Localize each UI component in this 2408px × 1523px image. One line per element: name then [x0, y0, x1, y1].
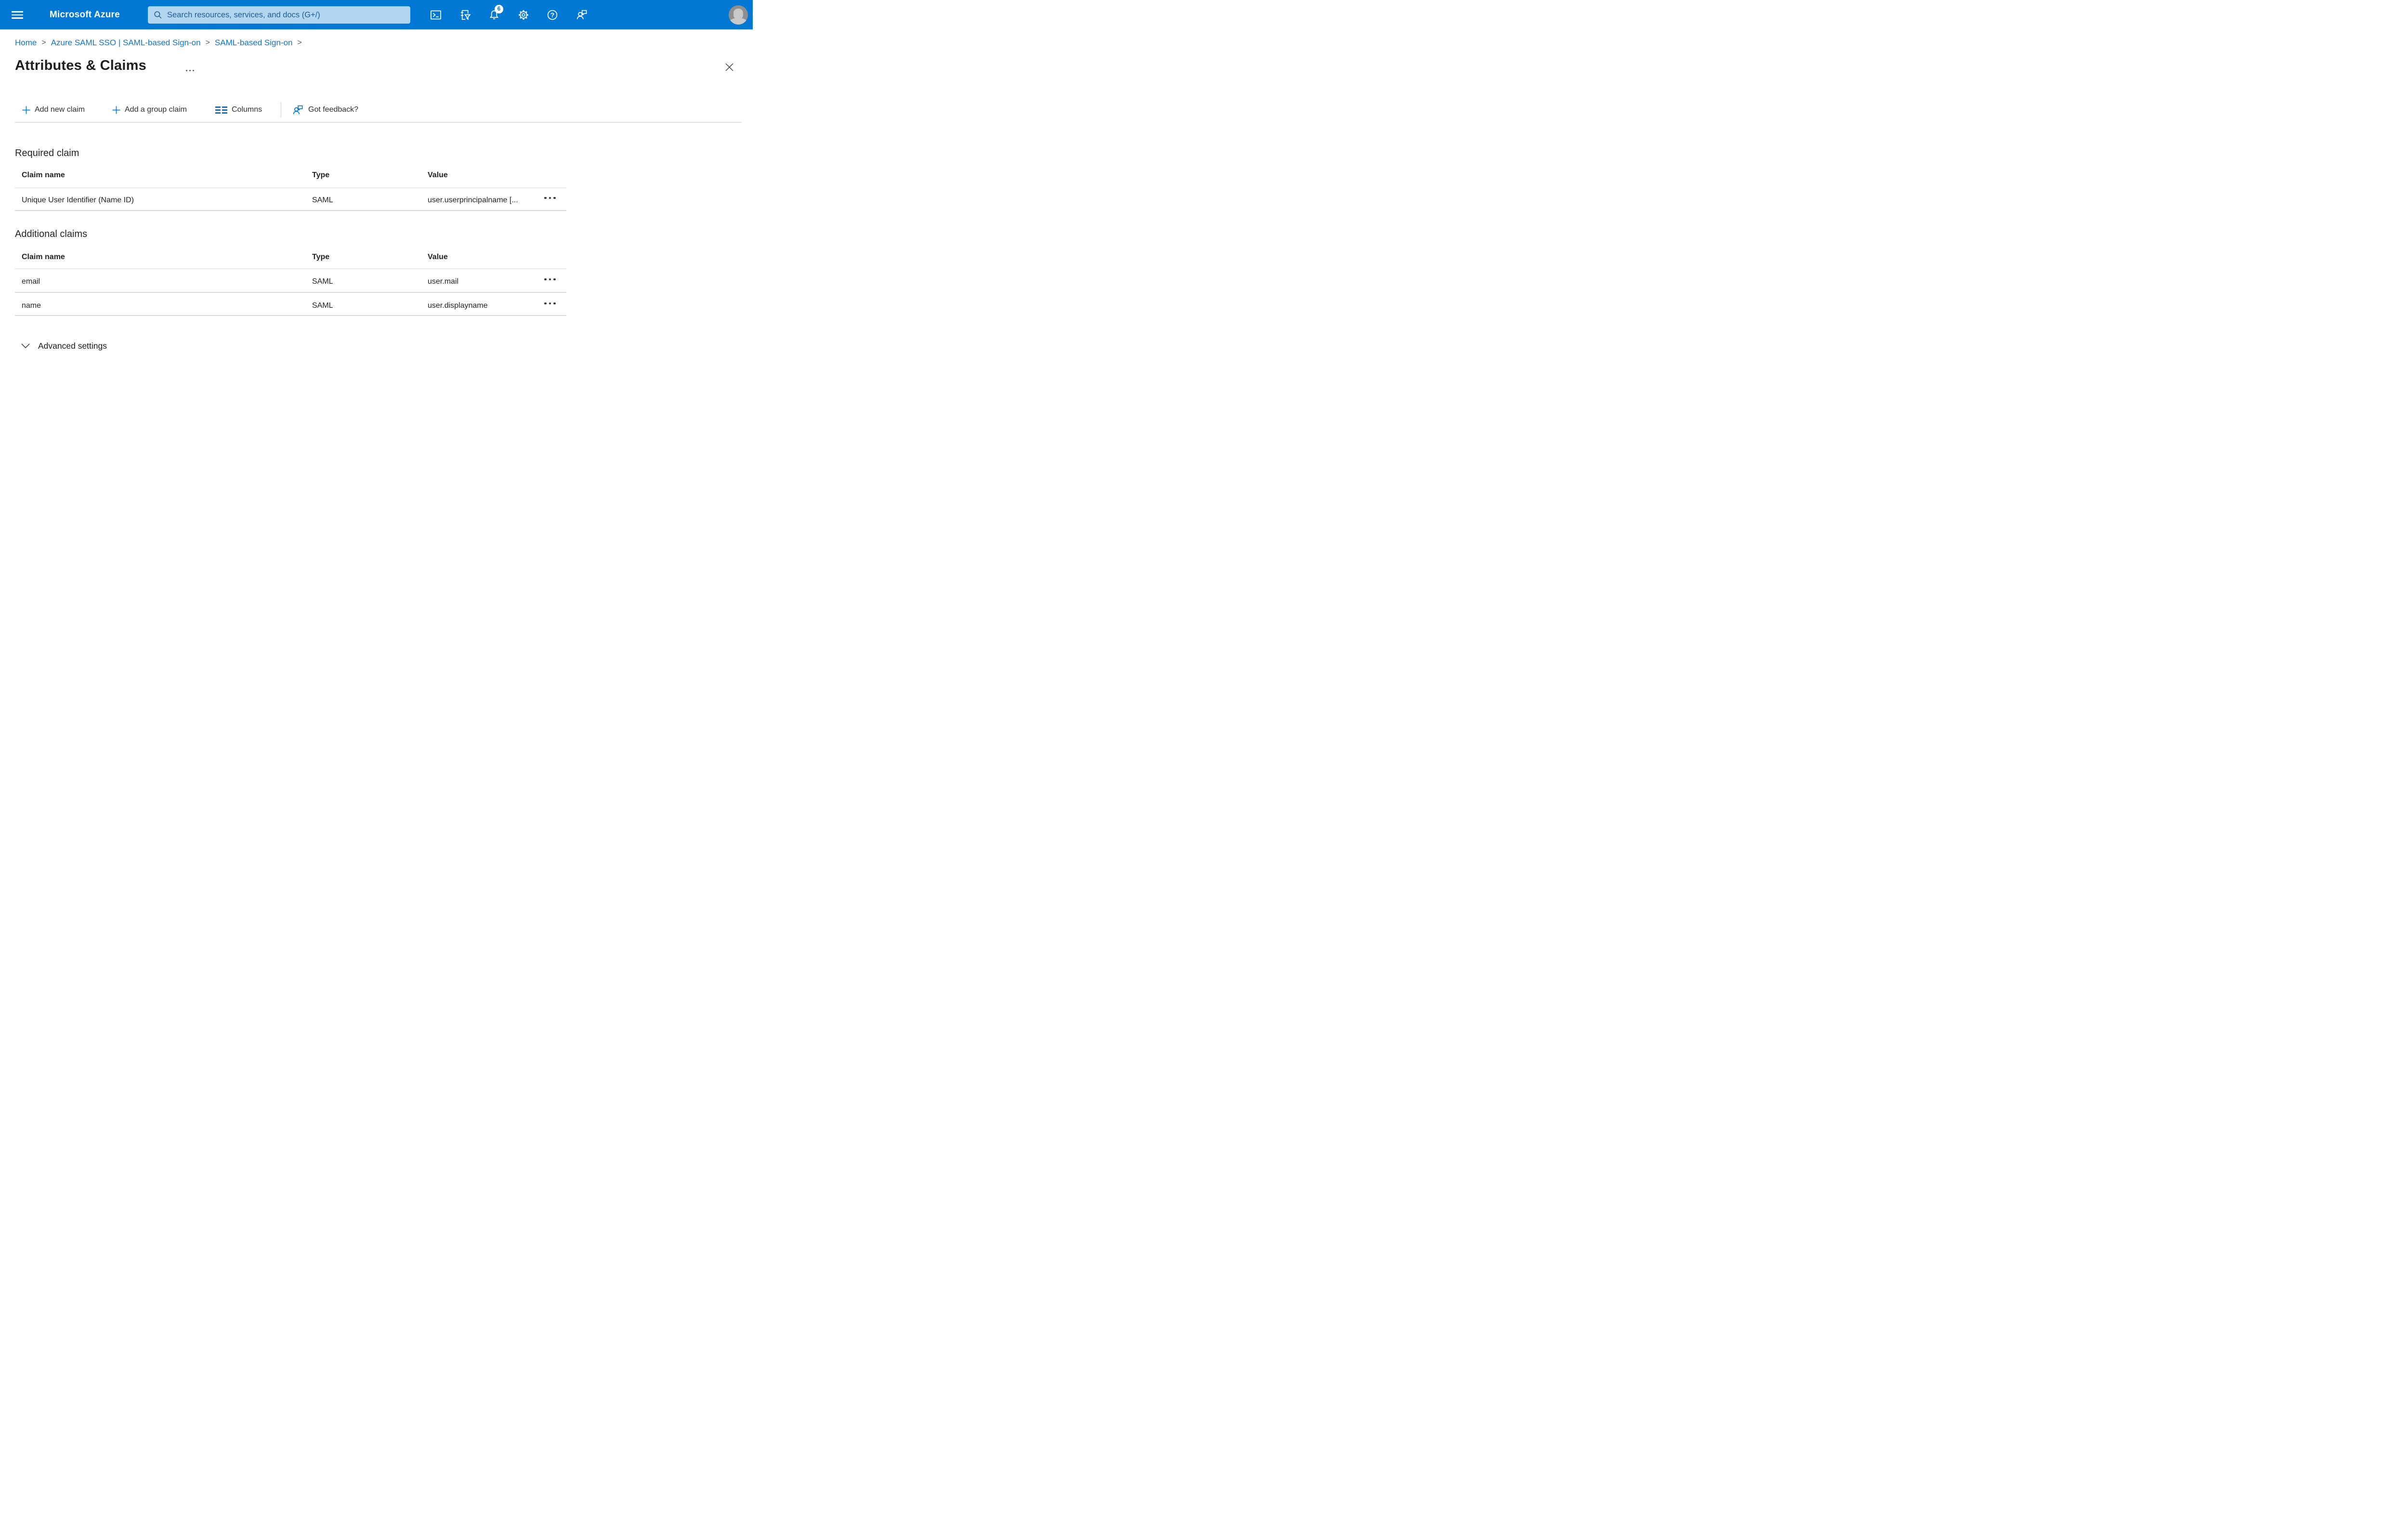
table-row[interactable]	[15, 270, 566, 291]
claim-name-cell: email	[22, 277, 40, 286]
table-rule	[15, 268, 566, 269]
advanced-settings-toggle[interactable]: Advanced settings	[21, 339, 107, 353]
settings-button[interactable]	[513, 4, 534, 26]
plus-icon	[22, 106, 30, 114]
column-header-value: Value	[428, 253, 448, 261]
close-icon	[725, 63, 733, 71]
breadcrumb-saml-signon[interactable]: SAML-based Sign-on	[215, 38, 293, 48]
cloud-shell-button[interactable]	[425, 4, 446, 26]
help-button[interactable]: ?	[542, 4, 563, 26]
row-context-menu-icon[interactable]	[544, 276, 559, 283]
add-group-claim-label: Add a group claim	[125, 105, 187, 114]
plus-icon	[112, 106, 120, 114]
column-header-claim-name: Claim name	[22, 171, 65, 179]
subscription-filter-icon	[460, 10, 471, 20]
claim-value-cell: user.userprincipalname [...	[428, 196, 518, 204]
column-header-claim-name: Claim name	[22, 253, 65, 261]
columns-button[interactable]: Columns	[215, 101, 262, 119]
hamburger-menu-icon[interactable]	[6, 4, 27, 26]
advanced-settings-label: Advanced settings	[38, 341, 107, 351]
claim-name-cell: name	[22, 302, 41, 310]
notification-badge: 6	[495, 5, 503, 13]
add-group-claim-button[interactable]: Add a group claim	[112, 101, 187, 119]
claim-value-cell: user.mail	[428, 277, 459, 286]
toolbar-rule	[15, 122, 742, 123]
column-header-type: Type	[312, 253, 330, 261]
breadcrumb: Home > Azure SAML SSO | SAML-based Sign-…	[15, 38, 307, 48]
brand-title[interactable]: Microsoft Azure	[50, 0, 120, 29]
breadcrumb-app-sso[interactable]: Azure SAML SSO | SAML-based Sign-on	[51, 38, 201, 48]
add-new-claim-label: Add new claim	[35, 105, 85, 114]
row-context-menu-icon[interactable]	[544, 300, 559, 307]
top-bar: Microsoft Azure Search resources, servic…	[0, 0, 753, 29]
columns-label: Columns	[232, 105, 262, 114]
table-rule	[15, 315, 566, 316]
breadcrumb-separator: >	[297, 39, 302, 47]
topbar-icon-group: 6 ?	[425, 4, 600, 26]
close-button[interactable]	[720, 58, 738, 76]
claim-name-cell: Unique User Identifier (Name ID)	[22, 196, 134, 204]
got-feedback-label: Got feedback?	[308, 105, 359, 114]
claim-type-cell: SAML	[312, 302, 333, 310]
feedback-button[interactable]	[571, 4, 592, 26]
row-context-menu-icon[interactable]	[544, 194, 559, 202]
command-bar: Add new claim Add a group claim Columns …	[0, 101, 753, 119]
chevron-down-icon	[21, 343, 30, 348]
notifications-button[interactable]: 6	[484, 4, 505, 26]
got-feedback-button[interactable]: Got feedback?	[292, 101, 358, 119]
table-rule	[15, 187, 566, 188]
azure-portal-page: Microsoft Azure Search resources, servic…	[0, 0, 753, 381]
claim-type-cell: SAML	[312, 196, 333, 204]
account-avatar[interactable]	[729, 5, 748, 25]
help-icon: ?	[547, 10, 558, 20]
subscription-filter-button[interactable]	[455, 4, 476, 26]
column-header-type: Type	[312, 171, 330, 179]
page-title: Attributes & Claims	[15, 58, 146, 73]
columns-icon	[215, 106, 227, 114]
global-search[interactable]	[148, 6, 410, 24]
svg-text:?: ?	[550, 12, 554, 19]
feedback-person-icon	[293, 105, 303, 114]
search-icon	[154, 11, 162, 19]
required-claim-heading: Required claim	[15, 148, 79, 158]
breadcrumb-separator: >	[41, 39, 46, 47]
search-input[interactable]	[167, 10, 406, 20]
breadcrumb-home[interactable]: Home	[15, 38, 37, 48]
claim-value-cell: user.displayname	[428, 302, 488, 310]
column-header-value: Value	[428, 171, 448, 179]
feedback-person-icon	[576, 10, 587, 19]
additional-claims-heading: Additional claims	[15, 229, 88, 239]
table-rule	[15, 292, 566, 293]
cloud-shell-icon	[431, 10, 441, 20]
add-new-claim-button[interactable]: Add new claim	[22, 101, 85, 119]
gear-icon	[518, 10, 528, 20]
breadcrumb-separator: >	[205, 39, 210, 47]
claim-type-cell: SAML	[312, 277, 333, 286]
table-rule	[15, 210, 566, 211]
title-overflow-menu-icon[interactable]	[186, 66, 198, 74]
